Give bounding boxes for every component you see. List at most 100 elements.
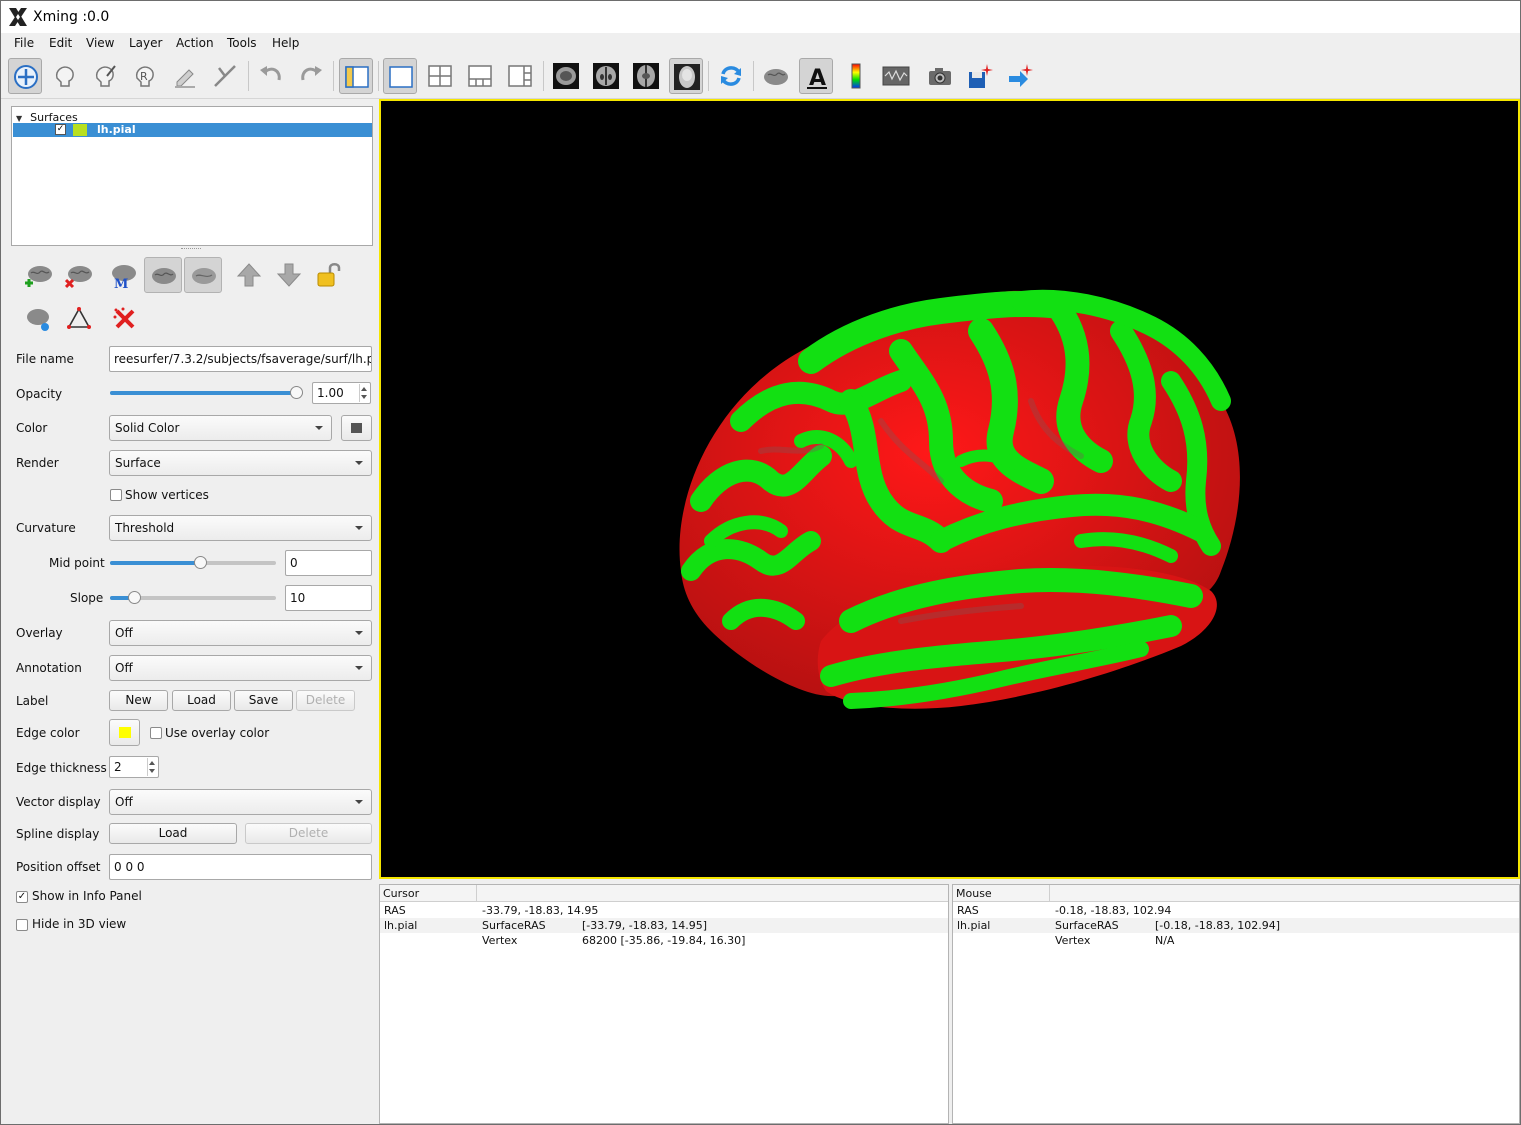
move-layer-up-button[interactable]	[230, 257, 268, 293]
navigate-button[interactable]	[8, 58, 42, 94]
splitter-handle[interactable]	[181, 248, 201, 252]
move-layer-down-button[interactable]	[270, 257, 308, 293]
point-set-edit-button[interactable]	[168, 58, 202, 94]
cursor-vertex-label: Vertex	[482, 934, 518, 947]
menu-action[interactable]: Action	[176, 36, 214, 50]
vector-display-combo[interactable]: Off	[109, 789, 372, 815]
view-axial-icon	[633, 63, 659, 89]
roi-edit-button[interactable]: R	[128, 58, 162, 94]
cursor-layer-name: lh.pial	[384, 919, 418, 932]
show-in-info-panel-checkbox[interactable]: ✓	[16, 891, 28, 903]
control-panel-button[interactable]	[339, 58, 373, 94]
use-overlay-color-checkbox[interactable]	[150, 727, 162, 739]
slope-slider[interactable]	[110, 591, 276, 604]
annotation-combo[interactable]: Off	[109, 655, 372, 681]
redo-icon	[301, 66, 322, 81]
redo-button[interactable]	[294, 58, 328, 94]
chevron-down-icon	[315, 426, 323, 430]
recon-edit-button[interactable]	[88, 58, 122, 94]
label-load-button[interactable]: Load	[172, 690, 231, 711]
path-button[interactable]	[60, 301, 98, 337]
view-3d-button[interactable]	[669, 58, 703, 94]
mid-point-slider-fill	[110, 561, 200, 565]
menu-edit[interactable]: Edit	[49, 36, 72, 50]
render-combo[interactable]: Surface	[109, 450, 372, 476]
file-name-field[interactable]: reesurfer/7.3.2/subjects/fsaverage/surf/…	[109, 346, 372, 372]
clear-marks-button[interactable]	[106, 301, 144, 337]
save-point-button[interactable]	[963, 58, 997, 94]
slope-slider-handle[interactable]	[128, 591, 141, 604]
voxel-edit-button[interactable]	[48, 58, 82, 94]
color-combo[interactable]: Solid Color	[109, 415, 332, 441]
view-axial-button[interactable]	[629, 58, 663, 94]
surface-inflated-button[interactable]	[184, 257, 222, 293]
cursor-vertex-value[interactable]: 68200 [-35.86, -19.84, 16.30]	[582, 934, 745, 947]
mouse-vertex-value[interactable]: N/A	[1155, 934, 1174, 947]
spline-delete-button[interactable]: Delete	[245, 823, 372, 844]
color-combo-value: Solid Color	[115, 421, 180, 435]
menu-view[interactable]: View	[86, 36, 114, 50]
label-delete-button[interactable]: Delete	[296, 690, 355, 711]
contour-button[interactable]	[208, 58, 242, 94]
label-save-button[interactable]: Save	[234, 690, 293, 711]
slope-field[interactable]: 10	[285, 585, 372, 611]
load-surface-button[interactable]	[20, 257, 58, 293]
render-view-3d[interactable]	[379, 99, 1520, 879]
surface-main-button[interactable]: M	[104, 257, 142, 293]
menu-help[interactable]: Help	[272, 36, 299, 50]
spin-arrows-icon[interactable]	[147, 758, 157, 776]
collapse-arrow-icon[interactable]: ▼	[16, 114, 22, 123]
edge-color-button[interactable]	[109, 719, 140, 746]
position-offset-field[interactable]: 0 0 0	[109, 854, 372, 880]
curvature-combo[interactable]: Threshold	[109, 515, 372, 541]
view-sagittal-button[interactable]	[549, 58, 583, 94]
layout-1x1-button[interactable]	[383, 58, 417, 94]
mouse-ras-value[interactable]: -0.18, -18.83, 102.94	[1055, 904, 1171, 917]
mid-point-field[interactable]: 0	[285, 550, 372, 576]
screenshot-button[interactable]	[923, 58, 957, 94]
show-vertices-checkbox[interactable]	[110, 489, 122, 501]
spline-load-button[interactable]: Load	[109, 823, 237, 844]
surface-pial-button[interactable]	[144, 257, 182, 293]
brain-remove-icon	[65, 266, 92, 289]
overlay-combo[interactable]: Off	[109, 620, 372, 646]
mid-point-slider[interactable]	[110, 556, 276, 569]
spin-arrows-icon[interactable]	[359, 384, 369, 402]
edge-thickness-spinbox[interactable]: 2	[109, 756, 159, 778]
show-vertices-label: Show vertices	[125, 488, 209, 502]
label-new-button[interactable]: New	[109, 690, 168, 711]
chevron-down-icon	[355, 526, 363, 530]
menu-tools[interactable]: Tools	[227, 36, 257, 50]
opacity-slider-handle[interactable]	[290, 386, 303, 399]
surface-view-button[interactable]	[759, 58, 793, 94]
cursor-ras-value[interactable]: -33.79, -18.83, 14.95	[482, 904, 598, 917]
mouse-surfaceras-value[interactable]: [-0.18, -18.83, 102.94]	[1155, 919, 1280, 932]
show-annotation-button[interactable]: A	[799, 58, 833, 94]
lock-layer-button[interactable]	[310, 257, 348, 293]
undo-icon	[260, 66, 281, 81]
menu-layer[interactable]: Layer	[129, 36, 162, 50]
layout-2x2-icon	[428, 65, 452, 87]
layout-1-3-horizontal-button[interactable]	[503, 58, 537, 94]
surface-label-button[interactable]	[20, 301, 58, 337]
color-picker-button[interactable]	[341, 415, 372, 441]
cursor-surfaceras-value[interactable]: [-33.79, -18.83, 14.95]	[582, 919, 707, 932]
menu-file[interactable]: File	[14, 36, 34, 50]
goto-point-button[interactable]	[1003, 58, 1037, 94]
layer-item-lh-pial[interactable]: ✓ lh.pial	[13, 123, 372, 137]
opacity-slider[interactable]	[110, 386, 303, 399]
colorbar-button[interactable]	[839, 58, 873, 94]
undo-button[interactable]	[254, 58, 288, 94]
view-coronal-button[interactable]	[589, 58, 623, 94]
command-console-button[interactable]	[879, 58, 913, 94]
close-surface-button[interactable]	[60, 257, 98, 293]
layer-tree[interactable]: ▼ Surfaces ✓ lh.pial	[11, 106, 373, 246]
opacity-spinbox[interactable]: 1.00	[312, 382, 371, 404]
reset-view-button[interactable]	[714, 58, 748, 94]
chevron-down-icon	[355, 631, 363, 635]
layout-1-3-button[interactable]	[463, 58, 497, 94]
hide-in-3d-view-checkbox[interactable]	[16, 919, 28, 931]
layer-visibility-checkbox[interactable]: ✓	[55, 124, 66, 135]
mid-point-slider-handle[interactable]	[194, 556, 207, 569]
layout-2x2-button[interactable]	[423, 58, 457, 94]
